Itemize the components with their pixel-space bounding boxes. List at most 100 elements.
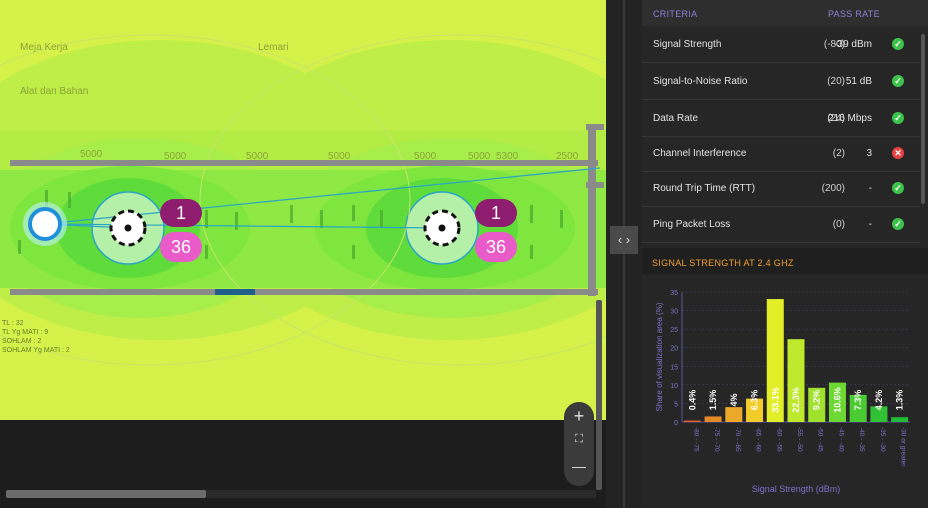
chart-data-label: 0.4% — [687, 390, 697, 411]
panel-splitter[interactable] — [606, 0, 642, 508]
criteria-required: (20) — [827, 76, 845, 87]
criteria-value: 3 — [866, 148, 872, 159]
map-label-second: Alat dan Bahan — [20, 86, 89, 97]
chart-y-tick-label: 35 — [670, 290, 678, 297]
criteria-header-label: CRITERIA — [653, 9, 698, 19]
criteria-required: (2) — [832, 148, 845, 159]
criteria-row-snr[interactable]: Signal-to-Noise Ratio (20) 51 dB ✓ — [642, 63, 920, 100]
access-point-2-marker[interactable] — [423, 209, 461, 247]
chart-y-tick-label: 15 — [670, 364, 678, 371]
map-label-top-left: Meja Kerja — [20, 42, 68, 53]
wall-length-label: 5000 — [328, 151, 351, 162]
chart-x-tick-label: -45 - -40 — [837, 427, 844, 452]
wall-length-label: 5000 — [468, 151, 491, 162]
criteria-required: (0) — [832, 219, 845, 230]
chart-y-tick-label: 5 — [674, 401, 678, 408]
chart-x-tick-label: -35 - -30 — [879, 427, 886, 452]
wall-length-label: 5000 — [414, 151, 437, 162]
chart-x-tick-label: -60 - -55 — [775, 427, 782, 452]
chart-data-label: 1.5% — [708, 390, 718, 411]
chart-y-tick-label: 10 — [670, 383, 678, 390]
criteria-header: CRITERIA PASS RATE — [642, 0, 928, 26]
chart-x-tick-label: -55 - -50 — [796, 427, 803, 452]
fit-screen-icon[interactable]: ⛶ — [564, 433, 594, 446]
ap1-channel-5-badge[interactable]: 36 — [160, 232, 202, 262]
criteria-row-rtt[interactable]: Round Trip Time (RTT) (200) - ✓ — [642, 170, 920, 207]
criteria-value: - — [868, 183, 872, 194]
chart-x-tick-label: -75 - -70 — [713, 427, 720, 452]
map-label-top-mid: Lemari — [258, 42, 289, 53]
pass-check-icon: ✓ — [892, 112, 904, 124]
signal-strength-histogram: 0 5 10 15 20 25 30 35 Share of visualization are… — [655, 290, 910, 494]
chart-x-tick-label: -50 - -45 — [817, 427, 824, 452]
wall-length-label: 5000 — [164, 151, 187, 162]
obstacle-legend: TL : 32 TL Yg MATI : 9 SOHLAM : 2 SOHLAM… — [2, 320, 70, 354]
chart-x-axis-label: Signal Strength (dBm) — [752, 484, 841, 494]
criteria-value: - — [868, 219, 872, 230]
criteria-row-data-rate[interactable]: Data Rate (24) 216 Mbps ✓ — [642, 100, 920, 137]
criteria-name: Signal-to-Noise Ratio — [653, 76, 748, 87]
chart-data-label: 4% — [729, 393, 739, 406]
chart-bar — [683, 420, 701, 422]
chart-data-label: 4.2% — [874, 390, 884, 411]
chart-x-tick-label: -40 - -35 — [858, 427, 865, 452]
access-point-1-marker[interactable] — [109, 209, 147, 247]
chart-data-label: 6.3% — [750, 390, 760, 411]
ap2-channel-5-badge[interactable]: 36 — [475, 232, 517, 262]
chart-x-tick-label: -80 - -75 — [692, 427, 699, 452]
chart-bar — [704, 416, 722, 422]
chart-y-tick-label: 0 — [674, 420, 678, 427]
criteria-name: Data Rate — [653, 113, 699, 124]
criteria-name: Round Trip Time (RTT) — [653, 183, 756, 194]
wall-bottom — [10, 289, 598, 295]
chart-bar — [891, 417, 909, 422]
chart-y-axis-label: Share of visualization area (%) — [655, 302, 664, 411]
chart-x-tick-label: -30 or greater — [900, 427, 907, 467]
chart-y-tick-label: 30 — [670, 309, 678, 316]
heatmap-canvas[interactable]: Meja Kerja Lemari Alat dan Bahan 5000 50… — [0, 0, 606, 420]
ap2-channel-24-badge[interactable]: 1 — [475, 199, 517, 227]
pass-rate-header-label: PASS RATE — [828, 9, 880, 19]
zoom-controls: + ⛶ — — [564, 402, 594, 486]
chart-data-label: 7.3% — [853, 390, 863, 411]
horizontal-scrollbar-thumb[interactable] — [6, 490, 206, 498]
wall-right — [588, 124, 596, 296]
pass-check-icon: ✓ — [892, 38, 904, 50]
chart-y-tick-label: 25 — [670, 327, 678, 334]
ap1-channel-24-badge[interactable]: 1 — [160, 199, 202, 227]
criteria-name: Channel Interference — [653, 148, 747, 159]
pass-check-icon: ✓ — [892, 218, 904, 230]
zoom-in-button[interactable]: + — [564, 406, 594, 427]
criteria-required: (200) — [821, 183, 845, 194]
door — [215, 289, 255, 295]
chart-data-label: 9.2% — [812, 390, 822, 411]
wall-length-label: 2500 — [556, 151, 579, 162]
wall-length-label: 5300 — [496, 151, 519, 162]
signal-strength-section-title: SIGNAL STRENGTH AT 2.4 GHZ — [652, 258, 794, 268]
map-vertical-scrollbar[interactable] — [596, 300, 602, 490]
criteria-row-ping-loss[interactable]: Ping Packet Loss (0) - ✓ — [642, 206, 920, 243]
chart-x-tick-label: -65 - -60 — [755, 427, 762, 452]
criteria-row-channel-interference[interactable]: Channel Interference (2) 3 ✕ — [642, 135, 920, 172]
pass-check-icon: ✓ — [892, 75, 904, 87]
signal-strength-section-header: SIGNAL STRENGTH AT 2.4 GHZ — [642, 248, 928, 274]
chart-data-label: 22.3% — [791, 387, 801, 413]
chart-y-tick-label: 20 — [670, 346, 678, 353]
chart-bar — [725, 407, 743, 422]
criteria-name: Ping Packet Loss — [653, 219, 731, 230]
chart-data-label: 33.1% — [770, 387, 780, 413]
zoom-out-button[interactable]: — — [564, 458, 594, 474]
criteria-scrollbar[interactable] — [921, 34, 925, 204]
chart-data-label: 10.6% — [832, 387, 842, 413]
wall-length-label: 5000 — [80, 149, 103, 160]
client-device-marker[interactable] — [28, 207, 62, 241]
criteria-value: 51 dB — [845, 76, 872, 87]
criteria-value: 216 Mbps — [828, 113, 872, 124]
pass-check-icon: ✓ — [892, 182, 904, 194]
criteria-row-signal-strength[interactable]: Signal Strength (-80) -39 dBm ✓ — [642, 26, 920, 63]
wall-length-label: 5000 — [246, 151, 269, 162]
criteria-name: Signal Strength — [653, 39, 722, 50]
collapse-toggle-button[interactable]: ‹ › — [610, 226, 638, 254]
fail-cross-icon: ✕ — [892, 147, 904, 159]
chart-data-label: 1.3% — [895, 390, 905, 411]
